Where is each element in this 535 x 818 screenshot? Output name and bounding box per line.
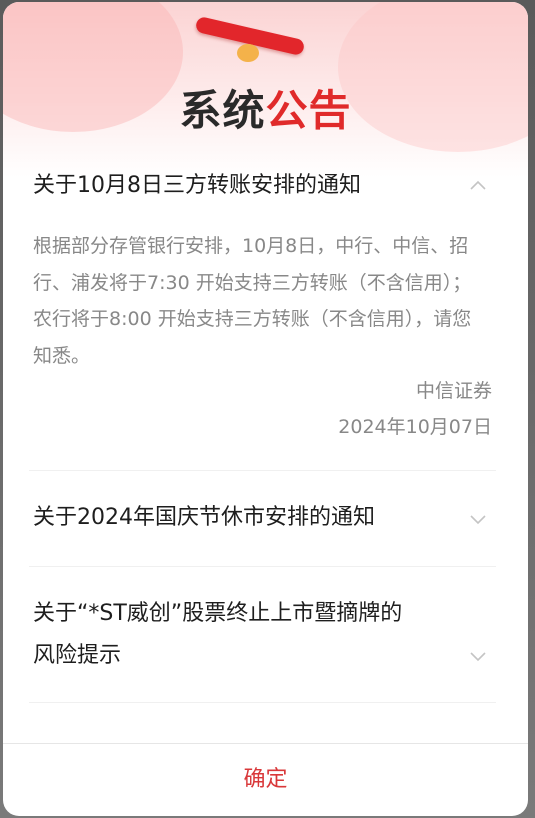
confirm-button[interactable]: 确定: [3, 744, 528, 816]
announcement-dialog: 系统公告 关于10月8日三方转账安排的通知 根据部分存管银行安排，10月8日，中…: [3, 2, 528, 816]
dialog-title: 系统公告: [3, 86, 528, 136]
megaphone-icon: [191, 14, 311, 64]
announcement-title-3-line1[interactable]: 关于“*ST威创”股票终止上市暨摘牌的: [33, 594, 402, 634]
divider: [29, 702, 496, 703]
announcement-title-1[interactable]: 关于10月8日三方转账安排的通知: [33, 166, 361, 206]
announcement-date: 2024年10月07日: [338, 416, 492, 438]
chevron-down-icon[interactable]: [468, 646, 488, 666]
title-part-1: 系统: [179, 86, 266, 135]
announcement-title-3-line2[interactable]: 风险提示: [33, 636, 121, 676]
chevron-down-icon[interactable]: [468, 509, 488, 529]
announcement-body-1: 根据部分存管银行安排，10月8日，中行、中信、招行、浦发将于7:30 开始支持三…: [33, 235, 472, 367]
divider: [29, 566, 496, 567]
announcement-issuer: 中信证券: [415, 380, 492, 402]
title-part-2: 公告: [265, 86, 352, 135]
announcement-title-2[interactable]: 关于2024年国庆节休市安排的通知: [33, 498, 375, 538]
chevron-up-icon[interactable]: [468, 176, 488, 196]
divider: [29, 470, 496, 471]
